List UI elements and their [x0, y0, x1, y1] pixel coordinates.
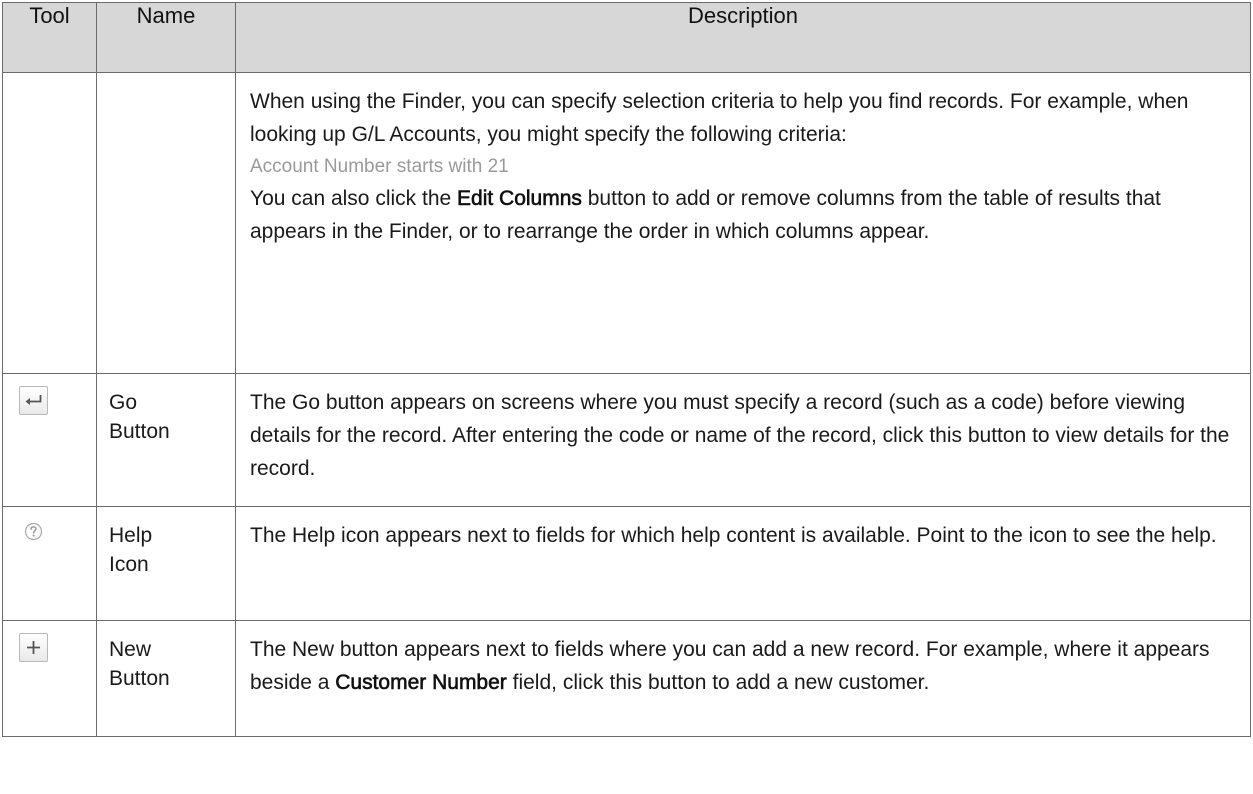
table-row-finder-criteria: When using the Finder, you can specify s… — [2, 72, 1251, 374]
header-name: Name — [96, 2, 236, 73]
tool-cell-go — [2, 373, 97, 507]
criteria-example: Account Number starts with 21 — [250, 156, 509, 177]
table-row-new-button: New Button The New button appears next to… — [2, 620, 1251, 737]
finder-intro-text: When using the Finder, you can specify s… — [250, 90, 1189, 146]
tool-cell-new — [2, 620, 97, 737]
header-row: Tool Name Description — [2, 2, 1251, 73]
help-circle-icon[interactable] — [24, 522, 43, 541]
name-cell-new: New Button — [96, 620, 236, 737]
name-cell-empty — [96, 72, 236, 374]
edit-columns-term: Edit Columns — [457, 187, 582, 211]
header-description: Description — [235, 2, 1251, 73]
table-row-help-icon: Help Icon The Help icon appears next to f… — [2, 506, 1251, 621]
description-cell-help: The Help icon appears next to fields for… — [235, 506, 1251, 621]
tool-cell-empty — [2, 72, 97, 374]
name-cell-help: Help Icon — [96, 506, 236, 621]
description-cell: When using the Finder, you can specify s… — [235, 72, 1251, 374]
tool-cell-help — [2, 506, 97, 621]
tools-table: Tool Name Description When using the Fin… — [2, 2, 1251, 737]
plus-icon[interactable] — [19, 633, 48, 662]
edit-columns-text: You can also click the Edit Columns butt… — [250, 187, 1161, 243]
description-cell-go: The Go button appears on screens where y… — [235, 373, 1251, 507]
description-cell-new: The New button appears next to fields wh… — [235, 620, 1251, 737]
name-cell-go: Go Button — [96, 373, 236, 507]
table-row-go-button: Go Button The Go button appears on screen… — [2, 373, 1251, 507]
customer-number-term: Customer Number — [335, 671, 507, 695]
header-tool: Tool — [2, 2, 97, 73]
enter-return-icon[interactable] — [19, 386, 48, 415]
